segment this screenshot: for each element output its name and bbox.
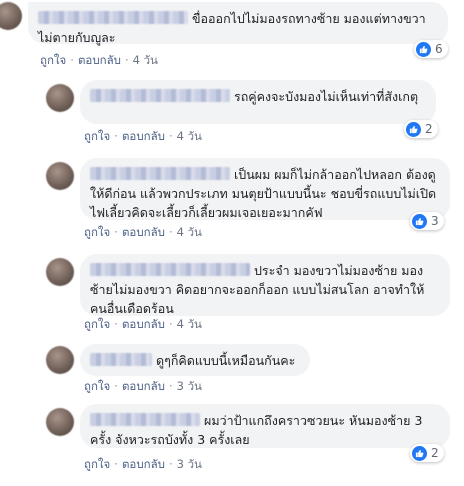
like-link[interactable]: ถูกใจ xyxy=(84,317,110,331)
reaction-number: 2 xyxy=(431,446,439,460)
commenter-name[interactable] xyxy=(90,89,230,102)
timestamp[interactable]: 3 วัน xyxy=(177,457,202,471)
reaction-number: 6 xyxy=(435,42,443,56)
reaction-count[interactable]: 2 xyxy=(404,120,438,138)
timestamp[interactable]: 4 วัน xyxy=(133,53,158,67)
comment-text: รถคู่คงจะบังมองไม่เห็นเท่าที่สังเกตุ xyxy=(234,89,419,104)
comment-bubble: เป็นผม ผมก็ไม่กล้าออกไปหลอก ต้องดูให้ดีก… xyxy=(80,158,450,220)
like-link[interactable]: ถูกใจ xyxy=(84,225,110,239)
reaction-number: 2 xyxy=(425,122,433,136)
timestamp[interactable]: 3 วัน xyxy=(177,379,202,393)
avatar[interactable] xyxy=(0,2,22,30)
like-thumb-icon xyxy=(412,213,427,229)
like-link[interactable]: ถูกใจ xyxy=(84,457,110,471)
timestamp[interactable]: 4 วัน xyxy=(177,225,202,239)
comment-bubble: ผมว่าป้าแกถึงคราวซวยนะ หันมองซ้าย 3 ครั้… xyxy=(80,404,450,448)
comment-actions: ถูกใจ · ตอบกลับ · 3 วัน xyxy=(84,379,202,393)
reply-link[interactable]: ตอบกลับ xyxy=(122,379,165,393)
timestamp[interactable]: 4 วัน xyxy=(177,317,202,331)
comment-bubble: รถคู่คงจะบังมองไม่เห็นเท่าที่สังเกตุ xyxy=(80,80,436,124)
reaction-count[interactable]: 2 xyxy=(410,444,444,462)
comment-actions: ถูกใจ · ตอบกลับ · 4 วัน xyxy=(84,225,202,239)
comment-text: ดูๆก็คิดแบบนี้เหมือนกันคะ xyxy=(156,353,296,368)
commenter-name[interactable] xyxy=(90,263,250,276)
reply-link[interactable]: ตอบกลับ xyxy=(122,317,165,331)
like-thumb-icon xyxy=(412,445,427,461)
timestamp[interactable]: 4 วัน xyxy=(177,129,202,143)
reaction-number: 3 xyxy=(431,214,439,228)
commenter-name[interactable] xyxy=(90,167,230,180)
comment-bubble: ขื่อออกไปไม่มองรถทางซ้าย มองแต่ทางขวา ไม… xyxy=(28,2,448,45)
commenter-name[interactable] xyxy=(90,353,152,366)
reaction-count[interactable]: 6 xyxy=(414,40,448,58)
reply-link[interactable]: ตอบกลับ xyxy=(122,129,165,143)
like-thumb-icon xyxy=(406,121,421,137)
like-link[interactable]: ถูกใจ xyxy=(40,53,66,67)
commenter-name[interactable] xyxy=(90,413,200,426)
comment-actions: ถูกใจ · ตอบกลับ · 4 วัน xyxy=(84,129,202,143)
like-thumb-icon xyxy=(416,41,431,57)
reply-link[interactable]: ตอบกลับ xyxy=(122,225,165,239)
avatar[interactable] xyxy=(46,346,74,374)
comment-actions: ถูกใจ · ตอบกลับ · 4 วัน xyxy=(40,53,158,67)
reply-link[interactable]: ตอบกลับ xyxy=(122,457,165,471)
like-link[interactable]: ถูกใจ xyxy=(84,379,110,393)
comment-actions: ถูกใจ · ตอบกลับ · 3 วัน xyxy=(84,457,202,471)
comment-bubble: ดูๆก็คิดแบบนี้เหมือนกันคะ xyxy=(80,344,310,376)
reaction-count[interactable]: 3 xyxy=(410,212,444,230)
reply-link[interactable]: ตอบกลับ xyxy=(78,53,121,67)
avatar[interactable] xyxy=(46,162,74,190)
like-link[interactable]: ถูกใจ xyxy=(84,129,110,143)
avatar[interactable] xyxy=(46,84,74,112)
avatar[interactable] xyxy=(46,258,74,286)
avatar[interactable] xyxy=(46,408,74,436)
comment-bubble: ประจำ มองขวาไม่มองซ้าย มองซ้ายไม่มองขวา … xyxy=(80,254,450,316)
commenter-name[interactable] xyxy=(38,11,188,24)
comment-actions: ถูกใจ · ตอบกลับ · 4 วัน xyxy=(84,317,202,331)
